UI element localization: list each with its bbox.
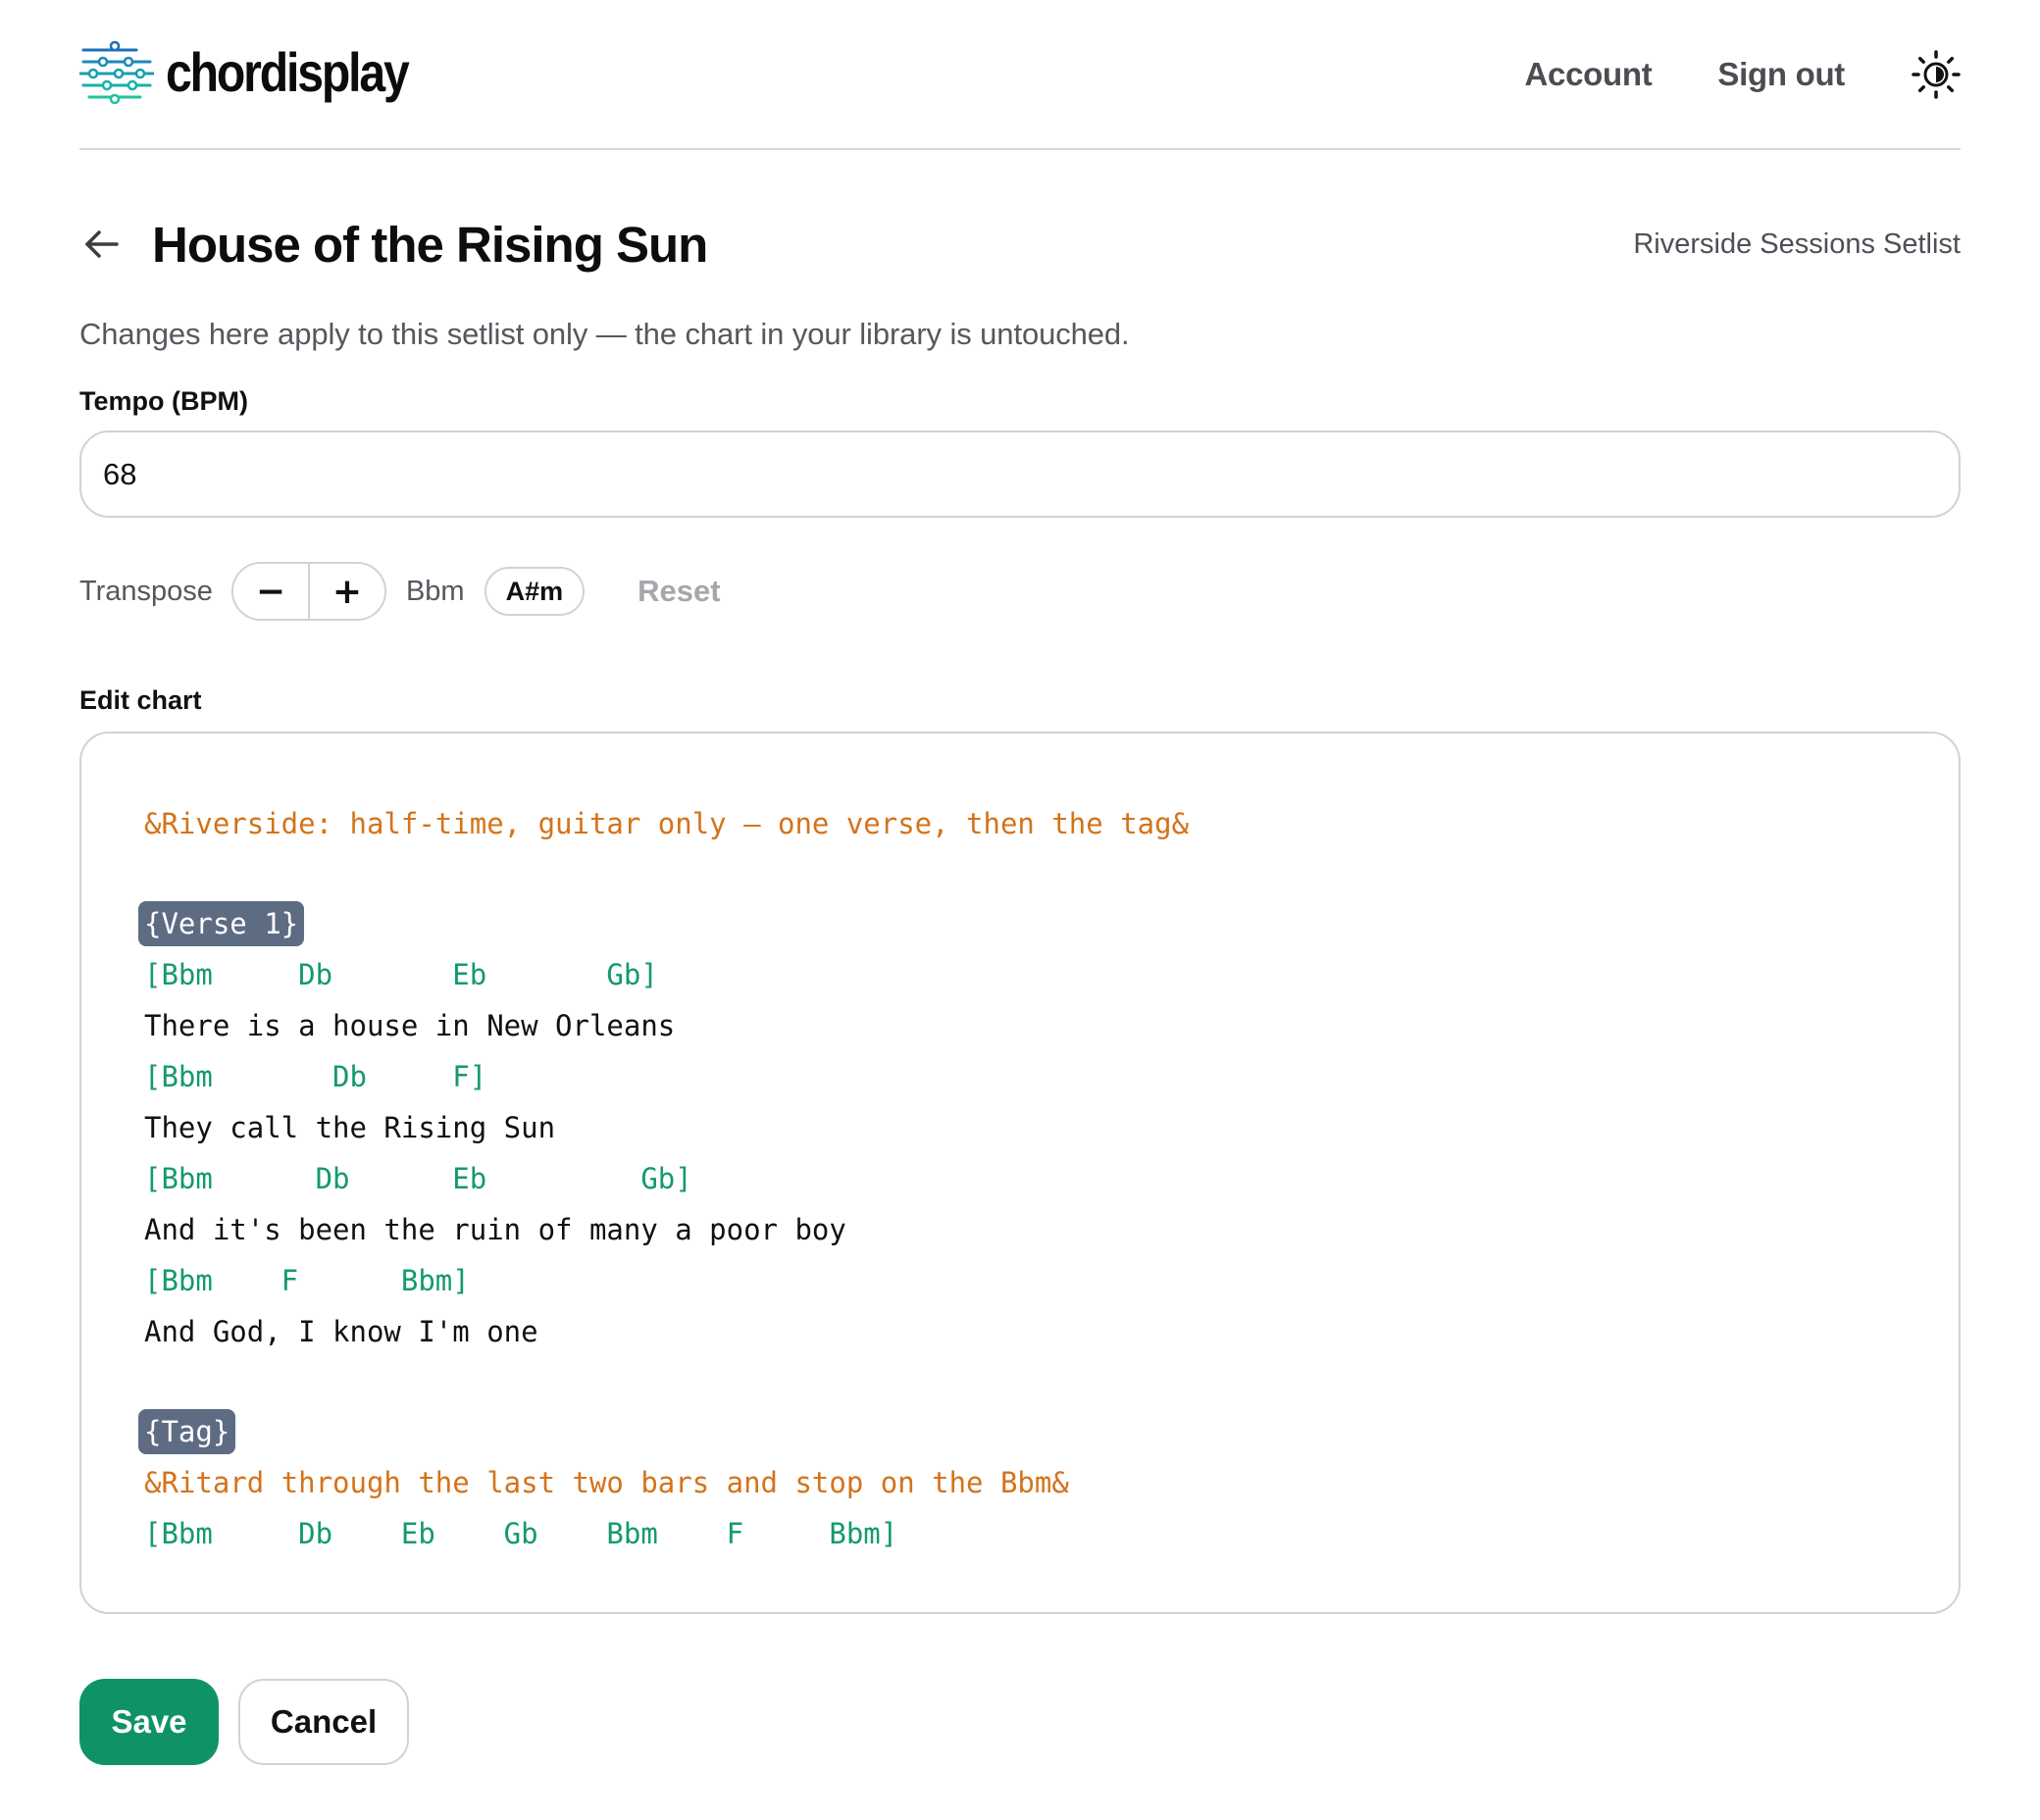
transpose-up-button[interactable]: + — [309, 564, 384, 619]
theme-toggle-button[interactable] — [1912, 49, 1961, 99]
arrow-left-icon — [85, 230, 119, 258]
equalizer-sliders-logo-icon — [79, 40, 154, 104]
save-button[interactable]: Save — [79, 1679, 219, 1765]
title-row: House of the Rising Sun Riverside Sessio… — [79, 213, 1961, 276]
scope-notice: Changes here apply to this setlist only … — [79, 317, 1130, 351]
lyric-line: And it's been the ruin of many a poor bo… — [144, 1213, 846, 1246]
tempo-input[interactable] — [79, 430, 1961, 518]
form-actions: Save Cancel — [79, 1679, 1961, 1765]
section-tag: {Verse 1} — [138, 901, 305, 946]
account-link[interactable]: Account — [1525, 56, 1653, 93]
transpose-controls: Transpose − + Bbm A#m Reset — [79, 562, 1961, 621]
lyric-line: They call the Rising Sun — [144, 1111, 556, 1144]
edit-chart-label: Edit chart — [79, 685, 202, 715]
transpose-label: Transpose — [79, 575, 213, 607]
page: chordisplay Account Sign out House of th… — [0, 0, 2040, 1820]
reset-transpose-button[interactable]: Reset — [638, 574, 720, 609]
transpose-stepper: − + — [230, 562, 386, 621]
chart-editor[interactable]: &Riverside: half-time, guitar only — one… — [79, 732, 1961, 1614]
chart-comment-line: &Riverside: half-time, guitar only — one… — [144, 807, 1190, 840]
chord-line: [Bbm Db Eb Gb Bbm F Bbm] — [144, 1517, 898, 1550]
current-key-badge: A#m — [484, 567, 586, 616]
chord-line: [Bbm F Bbm] — [144, 1264, 470, 1297]
title-group: House of the Rising Sun — [79, 216, 708, 274]
brand[interactable]: chordisplay — [79, 40, 447, 105]
chart-comment-line: &Ritard through the last two bars and st… — [144, 1466, 1069, 1499]
back-button[interactable] — [79, 223, 123, 266]
tempo-label: Tempo (BPM) — [79, 386, 248, 416]
section-line: {Verse 1} — [138, 898, 1959, 949]
top-nav: Account Sign out — [1525, 49, 1961, 99]
cancel-button[interactable]: Cancel — [238, 1679, 409, 1765]
chord-line: [Bbm Db Eb Gb] — [144, 958, 658, 991]
sign-out-link[interactable]: Sign out — [1717, 56, 1845, 93]
section-tag: {Tag} — [138, 1409, 236, 1454]
page-title: House of the Rising Sun — [152, 216, 708, 273]
sun-icon — [1912, 49, 1961, 99]
section-line: {Tag} — [138, 1406, 1959, 1457]
chord-line: [Bbm Db Eb Gb] — [144, 1162, 692, 1195]
setlist-name: Riverside Sessions Setlist — [1633, 228, 1961, 260]
original-key: Bbm — [405, 575, 465, 607]
chord-line: [Bbm Db F] — [144, 1060, 487, 1093]
top-bar: chordisplay Account Sign out — [79, 0, 1961, 150]
lyric-line: There is a house in New Orleans — [144, 1009, 676, 1042]
brand-name: chordisplay — [166, 40, 410, 103]
transpose-down-button[interactable]: − — [232, 564, 308, 619]
lyric-line: And God, I know I'm one — [144, 1315, 538, 1348]
